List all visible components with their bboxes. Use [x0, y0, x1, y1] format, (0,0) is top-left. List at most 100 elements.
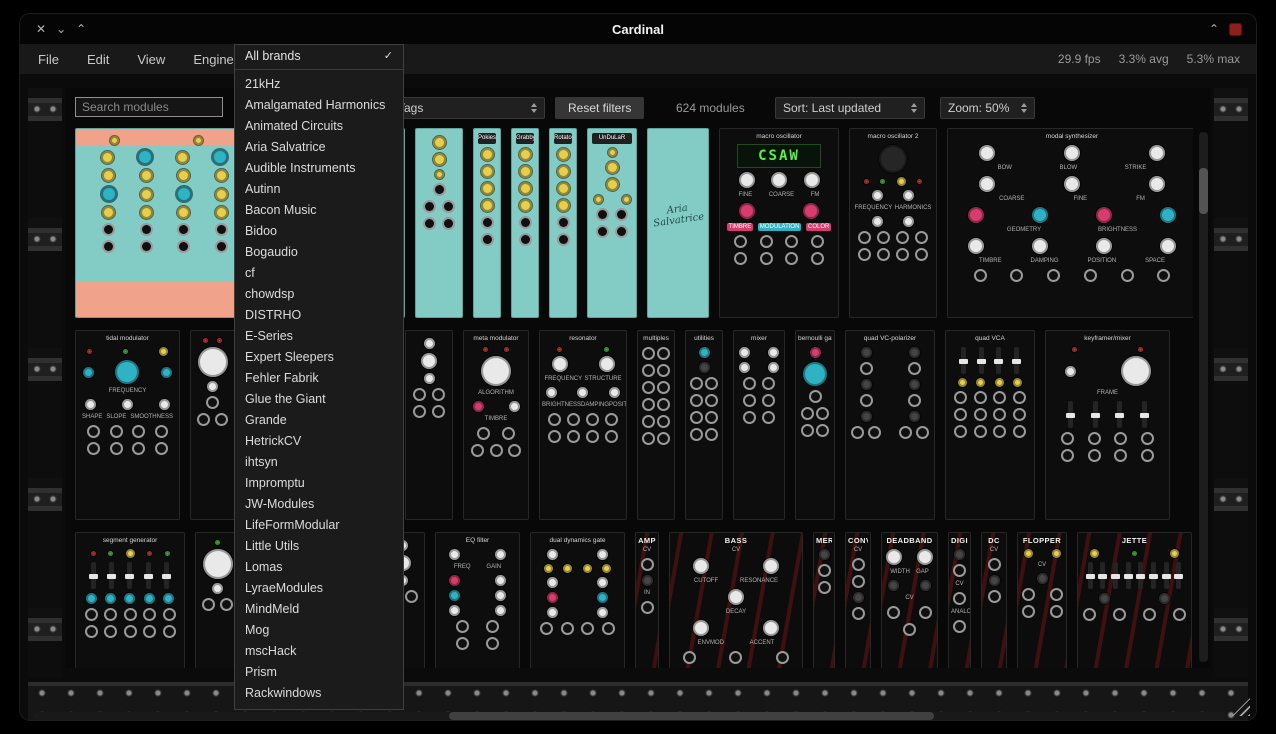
tags-select[interactable]: Tags: [390, 97, 545, 119]
menubar-item-engine[interactable]: Engine: [193, 52, 233, 67]
brand-menu-item[interactable]: HetrickCV: [235, 431, 403, 452]
brand-menu-item[interactable]: Glue the Giant: [235, 389, 403, 410]
module-tile[interactable]: dual dynamics gate: [530, 532, 625, 668]
module-controls: [852, 248, 934, 261]
brand-menu-item[interactable]: Prism: [235, 662, 403, 683]
module-tile[interactable]: UnDuLaR: [587, 128, 637, 318]
brand-menu-item[interactable]: MindMeld: [235, 599, 403, 620]
brand-menu-item[interactable]: Expert Sleepers: [235, 347, 403, 368]
brand-menu-selected[interactable]: All brands ✓: [235, 45, 403, 67]
module-tile[interactable]: multiples: [637, 330, 675, 520]
module-tile[interactable]: quad VC-polarizer: [845, 330, 935, 520]
sort-select[interactable]: Sort: Last updated: [775, 97, 925, 119]
brand-menu-item[interactable]: Rackwindows: [235, 683, 403, 704]
module-tile[interactable]: [415, 128, 463, 318]
module-tile[interactable]: keyframer/mixerFRAME: [1045, 330, 1170, 520]
module-tile[interactable]: Rotatoes: [549, 128, 577, 318]
module-tile[interactable]: meta modulatorALGORITHMTIMBRE: [463, 330, 529, 520]
brand-menu-item[interactable]: DISTRHO: [235, 305, 403, 326]
module-name: DIGI: [951, 536, 968, 545]
brand-menu-item[interactable]: Bacon Music: [235, 200, 403, 221]
module-tile[interactable]: bernoulli gate: [795, 330, 835, 520]
brand-menu-item[interactable]: ihtsyn: [235, 452, 403, 473]
module-tile[interactable]: DIGICVANALOG: [948, 532, 971, 668]
module-controls: [590, 161, 634, 174]
shade-icon[interactable]: ⌃: [1209, 23, 1219, 35]
module-controls: [78, 425, 177, 438]
close-icon[interactable]: ✕: [36, 23, 46, 35]
module-controls: [590, 208, 634, 221]
vertical-scrollbar[interactable]: [1199, 132, 1208, 662]
module-controls: [848, 558, 868, 571]
module-controls: [688, 347, 720, 358]
brand-menu-item[interactable]: Audible Instruments: [235, 158, 403, 179]
module-tile[interactable]: [405, 330, 453, 520]
rack-rail-right: [1214, 88, 1248, 678]
search-input[interactable]: [75, 97, 223, 117]
module-controls: [948, 378, 1032, 387]
module-tile[interactable]: tidal modulatorFREQUENCYSHAPESLOPESMOOTH…: [75, 330, 180, 520]
module-tile[interactable]: Aria Salvatrice: [647, 128, 709, 318]
module-tile[interactable]: JETTE: [1077, 532, 1192, 668]
module-tile[interactable]: Grabby: [511, 128, 539, 318]
vertical-scrollbar-thumb[interactable]: [1199, 168, 1208, 214]
brand-menu-item[interactable]: Lomas: [235, 557, 403, 578]
module-tile[interactable]: modal synthesizerBOWBLOWSTRIKECOARSEFINE…: [947, 128, 1193, 318]
module-tile[interactable]: utilities: [685, 330, 723, 520]
brand-menu-item[interactable]: E-Series: [235, 326, 403, 347]
module-tile[interactable]: Pokies: [473, 128, 501, 318]
reset-filters-button[interactable]: Reset filters: [555, 97, 644, 119]
module-controls: [466, 401, 526, 412]
brand-menu-item[interactable]: JW-Modules: [235, 494, 403, 515]
menubar-item-edit[interactable]: Edit: [87, 52, 109, 67]
module-tile[interactable]: BASSCVCUTOFFRESONANCEDECAYENVMODACCENTGA…: [669, 532, 803, 668]
menubar-item-view[interactable]: View: [137, 52, 165, 67]
module-tile[interactable]: DCCV: [981, 532, 1007, 668]
brand-menu-item[interactable]: Little Utils: [235, 536, 403, 557]
module-tile[interactable]: AMPCVIN: [635, 532, 659, 668]
module-name: Grabby: [516, 133, 534, 144]
module-tile[interactable]: EQ filterFREQGAIN: [435, 532, 520, 668]
zoom-select[interactable]: Zoom: 50%: [940, 97, 1035, 119]
module-tile[interactable]: macro oscillator 2FREQUENCYHARMONICS: [849, 128, 937, 318]
brand-menu-item[interactable]: Bogaudio: [235, 242, 403, 263]
brand-menu-item[interactable]: Grande: [235, 410, 403, 431]
brand-menu-item[interactable]: Autinn: [235, 179, 403, 200]
module-controls: [466, 356, 526, 386]
module-controls: [476, 233, 498, 246]
menubar-item-file[interactable]: File: [38, 52, 59, 67]
module-tile[interactable]: quad VCA: [945, 330, 1035, 520]
module-tile[interactable]: macro oscillatorCSAWFINECOARSEFMTIMBREMO…: [719, 128, 839, 318]
module-controls: [78, 347, 177, 356]
module-tile[interactable]: segment generator: [75, 532, 185, 668]
chevron-down-icon[interactable]: ⌄: [56, 23, 66, 35]
brand-menu-item[interactable]: mscHack: [235, 641, 403, 662]
module-tile[interactable]: CONVCV: [845, 532, 871, 668]
brand-menu-item[interactable]: 21kHz: [235, 74, 403, 95]
brand-menu-item[interactable]: Bidoo: [235, 221, 403, 242]
brand-menu-item[interactable]: Mog: [235, 620, 403, 641]
module-tile[interactable]: FLOPPERCV: [1017, 532, 1067, 668]
brand-menu-item[interactable]: LyraeModules: [235, 578, 403, 599]
module-tile[interactable]: DEADBANDWIDTHGAPCV: [881, 532, 938, 668]
module-tile[interactable]: [190, 330, 235, 520]
brand-menu-item[interactable]: Amalgamated Harmonics: [235, 95, 403, 116]
brand-menu-item[interactable]: chowdsp: [235, 284, 403, 305]
brand-menu-item[interactable]: Impromptu: [235, 473, 403, 494]
brand-menu-item[interactable]: Aria Salvatrice: [235, 137, 403, 158]
module-tile[interactable]: resonatorFREQUENCYSTRUCTUREBRIGHTNESSDAM…: [539, 330, 627, 520]
module-controls: [640, 398, 672, 411]
module-name: dual dynamics gate: [533, 536, 622, 545]
horizontal-scrollbar-thumb[interactable]: [449, 712, 934, 720]
brand-menu-item[interactable]: Animated Circuits: [235, 116, 403, 137]
module-controls: [848, 411, 932, 422]
module-tile[interactable]: mixer: [733, 330, 785, 520]
brand-menu-item[interactable]: cf: [235, 263, 403, 284]
chevron-up-icon[interactable]: ⌃: [76, 23, 86, 35]
module-tile[interactable]: MERA: [813, 532, 835, 668]
module-name: Rotatoes: [554, 133, 572, 144]
horizontal-scrollbar[interactable]: [34, 712, 1226, 720]
brand-menu-item[interactable]: Fehler Fabrik: [235, 368, 403, 389]
module-controls: [848, 379, 932, 390]
brand-menu-item[interactable]: LifeFormModular: [235, 515, 403, 536]
